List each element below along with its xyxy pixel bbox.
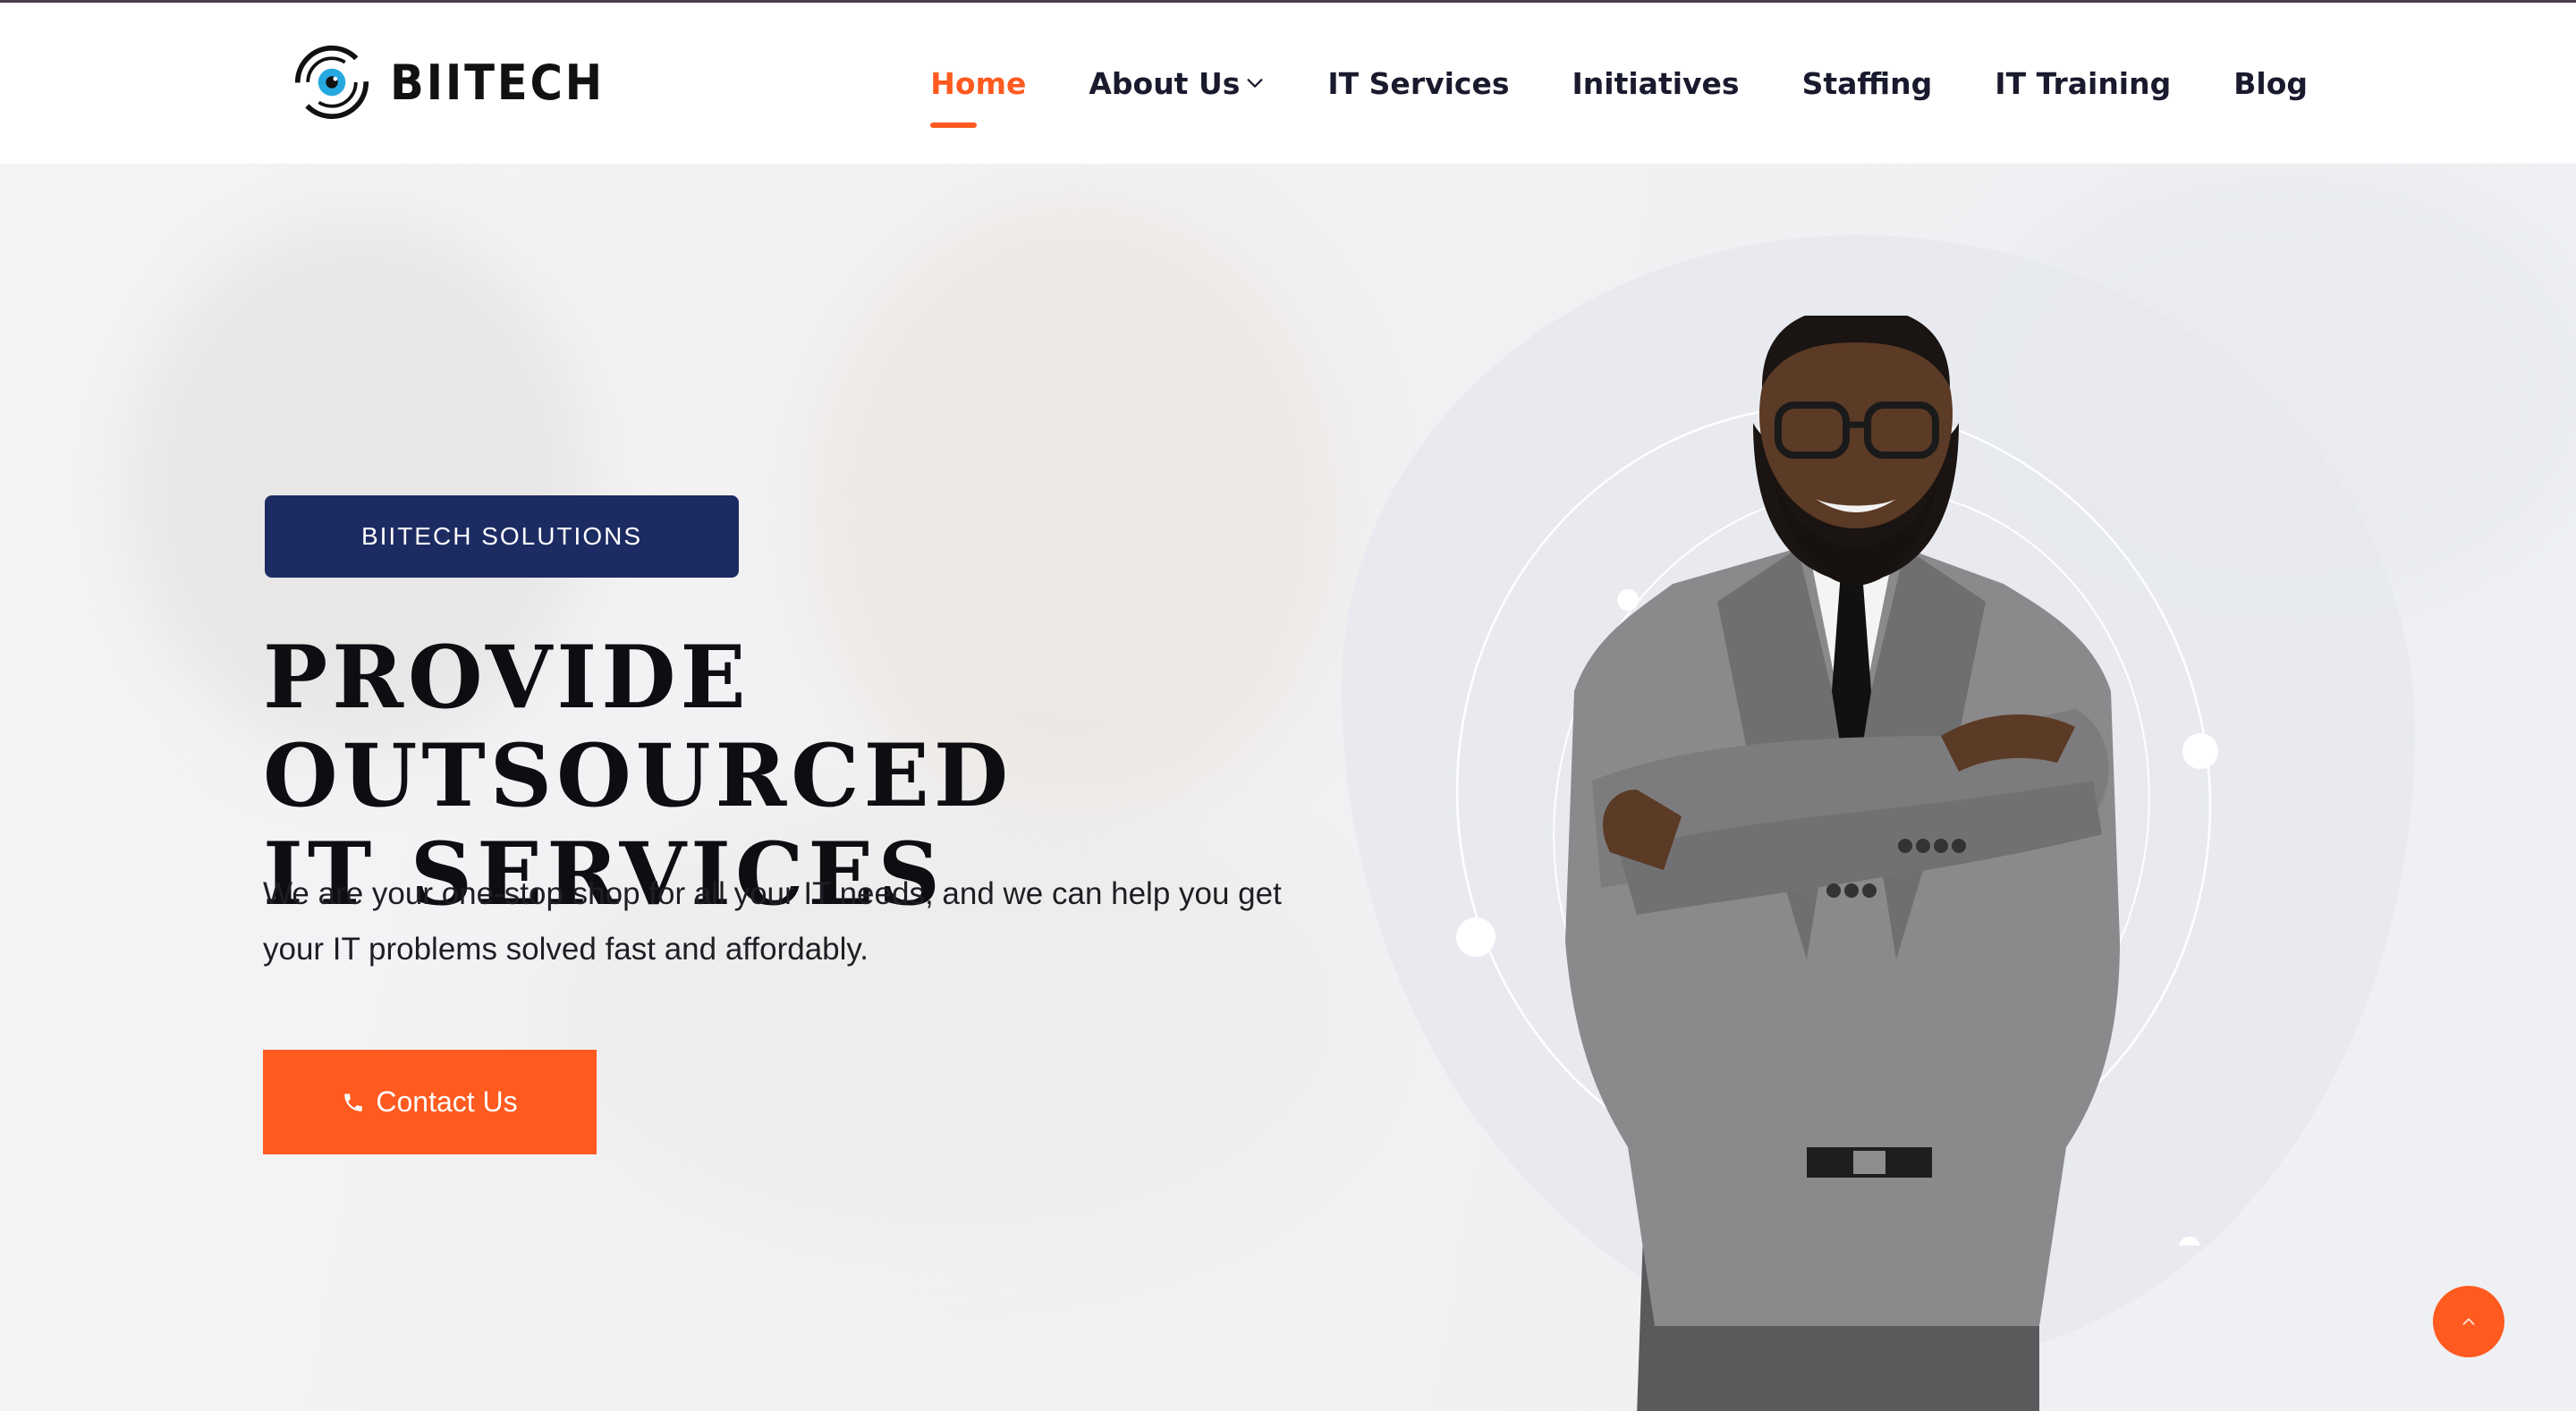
nav-item-blog[interactable]: Blog [2233,66,2308,101]
hero-headline-line: PROVIDE OUTSOURCED [263,627,1013,826]
nav-item-it-training[interactable]: IT Training [1995,66,2171,101]
nav-item-label: Home [930,65,1027,101]
hero-section: BIITECH SOLUTIONS PROVIDE OUTSOURCED IT … [0,164,2576,1411]
scroll-to-top-button[interactable] [2433,1286,2504,1357]
nav-item-label: Blog [2233,65,2308,101]
hero-badge: BIITECH SOLUTIONS [265,495,739,578]
page: BIITECH Home About Us IT Services Initia… [0,0,2576,1411]
main-nav: Home About Us IT Services Initiatives St… [868,3,2308,164]
businessman-image [1565,316,2120,1411]
contact-us-button[interactable]: Contact Us [263,1050,597,1154]
eye-logo-icon [294,45,369,120]
nav-item-label: About Us [1089,65,1241,101]
brand-name: BIITECH [390,54,606,111]
nav-item-label: Initiatives [1572,65,1740,101]
site-header: BIITECH Home About Us IT Services Initia… [0,3,2576,164]
nav-item-initiatives[interactable]: Initiatives [1572,66,1740,101]
chevron-up-icon [2462,1318,2475,1325]
hero-description-line: your IT problems solved fast and afforda… [263,932,869,967]
chevron-down-icon [1247,79,1263,88]
phone-icon [344,1093,363,1111]
hero-description: We are your one-stop shop for all your I… [263,866,1408,977]
nav-item-it-services[interactable]: IT Services [1327,66,1509,101]
contact-us-label: Contact Us [376,1086,518,1118]
nav-item-label: IT Training [1995,65,2172,101]
nav-item-staffing[interactable]: Staffing [1802,66,1933,101]
nav-item-label: Staffing [1801,65,1933,101]
hero-description-line: We are your one-stop shop for all your I… [263,876,1282,911]
site-logo[interactable]: BIITECH [293,42,623,123]
nav-item-home[interactable]: Home [930,65,1027,128]
nav-item-label: IT Services [1327,65,1510,101]
nav-item-about-us[interactable]: About Us [1089,66,1265,101]
